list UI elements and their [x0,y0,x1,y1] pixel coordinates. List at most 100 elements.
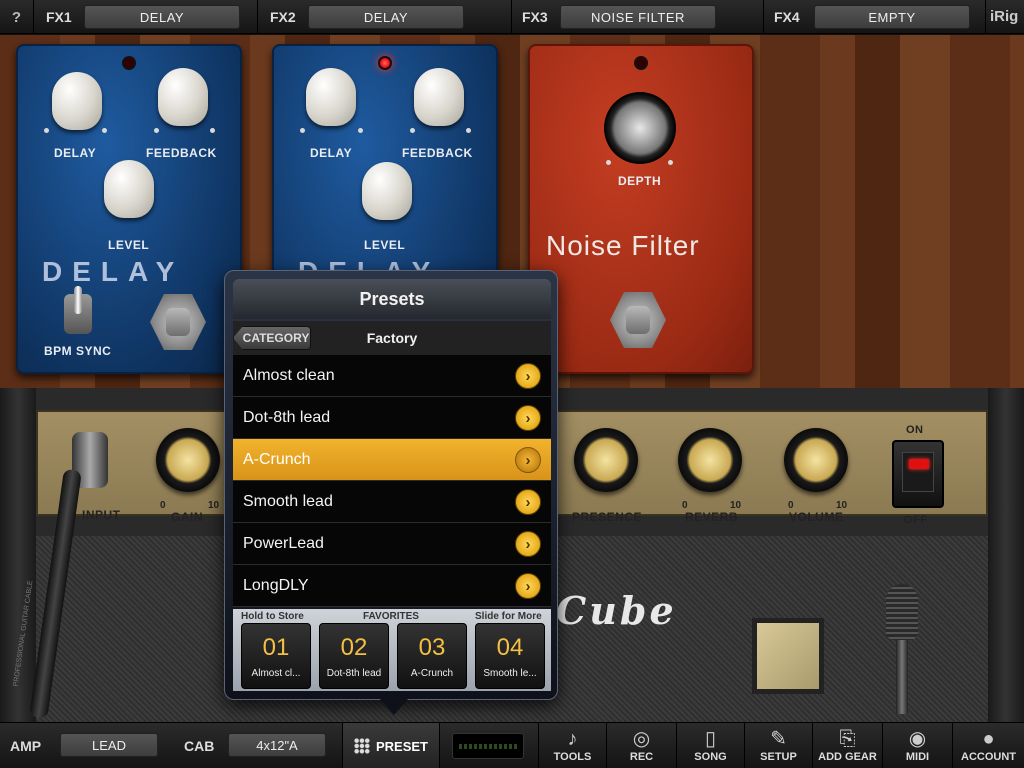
amp-brand-logo: Cube [556,588,677,633]
preset-row-longdly[interactable]: LongDLY › [233,565,551,607]
fx4-label: FX4 [774,9,800,25]
favorite-name: Dot-8th lead [326,668,382,679]
help-button[interactable]: ? [0,0,34,34]
fx2-value[interactable]: DELAY [308,5,464,29]
irig-logo: iRig [990,8,1019,25]
chevron-right-icon[interactable]: › [515,447,541,473]
status-led [634,56,648,70]
cabinet-speaker[interactable] [752,618,824,694]
fx1-slot[interactable]: FX1 DELAY [34,0,258,34]
preset-row-dot-8th-lead[interactable]: Dot-8th lead › [233,397,551,439]
favorite-number: 04 [496,634,524,661]
tools-button[interactable]: ♪ TOOLS [538,723,606,768]
guitar-icon: ♪ [567,728,578,750]
footswitch[interactable] [610,292,666,348]
fx4-slot[interactable]: FX4 EMPTY [764,0,986,34]
noise-filter-pedal[interactable]: DEPTH Noise Filter [528,44,754,374]
power-switch[interactable] [892,440,944,508]
delay-label: DELAY [310,146,353,160]
presets-popover: Presets Factory CATEGORY Almost clean › … [224,270,558,715]
rec-button[interactable]: ◎ REC [606,723,676,768]
fx3-value[interactable]: NOISE FILTER [560,5,716,29]
cab-label: CAB [184,738,215,754]
fx4-value[interactable]: EMPTY [814,5,970,29]
level-label: LEVEL [364,238,406,252]
add-gear-label: ADD GEAR [818,751,877,763]
microphone[interactable] [886,584,918,714]
rec-label: REC [629,751,654,763]
footswitch[interactable] [150,294,206,350]
hold-to-store-hint: Hold to Store [241,611,304,622]
chevron-right-icon[interactable]: › [515,405,541,431]
gain-min: 0 [160,500,166,511]
level-knob[interactable] [356,156,416,226]
favorite-number: 02 [340,634,368,661]
favorite-slot-01[interactable]: 01 Almost cl... [241,623,311,689]
tools-label: TOOLS [553,751,592,763]
fx1-value[interactable]: DELAY [84,5,240,29]
favorite-name: Almost cl... [251,668,301,679]
gain-knob[interactable] [156,428,220,492]
gain-label: GAIN [171,510,203,524]
preset-button[interactable]: PRESET [342,723,440,768]
favorite-slot-03[interactable]: 03 A-Crunch [397,623,467,689]
preset-row-smooth-lead[interactable]: Smooth lead › [233,481,551,523]
preset-row-powerlead[interactable]: PowerLead › [233,523,551,565]
cab-model-selector[interactable]: 4x12"A [228,733,326,757]
delay-pedal-1[interactable]: DELAY FEEDBACK LEVEL DELAY BPM SYNC [16,44,242,374]
song-button[interactable]: ▯ SONG [676,723,744,768]
popover-arrow [380,699,408,715]
depth-label: DEPTH [618,174,662,188]
status-led [122,56,136,70]
fx2-label: FX2 [270,9,296,25]
presence-knob[interactable] [574,428,638,492]
amp-model-selector[interactable]: LEAD [60,733,158,757]
preset-list: Almost clean › Dot-8th lead › A-Crunch ›… [233,355,551,607]
preset-button-label: PRESET [375,738,428,754]
chevron-right-icon[interactable]: › [515,489,541,515]
preset-name: Dot-8th lead [243,408,331,426]
setup-label: SETUP [760,751,797,763]
bottom-toolbar: AMP LEAD CAB 4x12"A PRESET ♪ TOOLS ◎ REC… [0,722,1024,768]
preset-row-almost-clean[interactable]: Almost clean › [233,355,551,397]
delay-knob[interactable] [300,62,360,132]
category-back-button[interactable]: CATEGORY [233,326,311,350]
fx2-slot[interactable]: FX2 DELAY [258,0,512,34]
favorite-slot-04[interactable]: 04 Smooth le... [475,623,545,689]
category-name: Factory [366,330,418,346]
delay-label: DELAY [54,146,97,160]
level-label: LEVEL [108,238,150,252]
favorite-name: A-Crunch [410,668,454,679]
preset-name: Smooth lead [243,492,333,510]
chevron-right-icon[interactable]: › [515,531,541,557]
presence-label: PRESENCE [572,510,643,524]
bpm-sync-toggle[interactable] [64,286,92,334]
midi-button[interactable]: ◉ MIDI [882,723,952,768]
power-on-label: ON [906,424,924,436]
amp-label: AMP [10,738,42,754]
preset-row-a-crunch[interactable]: A-Crunch › [233,439,551,481]
add-gear-button[interactable]: ⎘ ADD GEAR [812,723,882,768]
feedback-knob[interactable] [152,62,212,132]
volume-knob[interactable] [784,428,848,492]
slide-for-more-hint: Slide for More [475,611,542,622]
favorite-slot-02[interactable]: 02 Dot-8th lead [319,623,389,689]
favorites-strip: Hold to Store FAVORITES Slide for More 0… [233,609,551,691]
chevron-right-icon[interactable]: › [515,363,541,389]
grid-icon [353,738,370,754]
reverb-knob[interactable] [678,428,742,492]
bpm-sync-label: BPM SYNC [44,344,112,358]
amp-side-right [988,388,1024,724]
favorites-header: FAVORITES [363,611,419,622]
presets-title: Presets [233,279,551,319]
setup-button[interactable]: ✎ SETUP [744,723,812,768]
preset-name: PowerLead [243,534,324,552]
fx3-slot[interactable]: FX3 NOISE FILTER [512,0,764,34]
chevron-right-icon[interactable]: › [515,573,541,599]
level-knob[interactable] [98,154,158,224]
depth-knob[interactable] [604,92,676,164]
song-label: SONG [694,751,727,763]
feedback-knob[interactable] [408,62,468,132]
account-button[interactable]: ● ACCOUNT [952,723,1024,768]
delay-knob[interactable] [46,66,106,136]
